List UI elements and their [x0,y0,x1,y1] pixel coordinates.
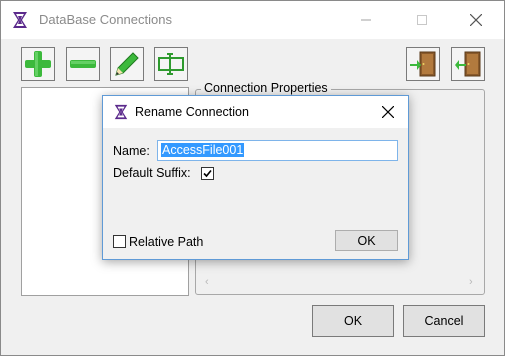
close-icon [382,106,394,118]
dialog-close-button[interactable] [375,100,401,124]
close-icon [470,14,482,26]
default-suffix-checkbox[interactable] [201,167,214,180]
properties-horizontal-scrollbar[interactable]: ‹ › [197,275,483,293]
minus-icon [70,60,96,68]
rename-field-icon [158,53,184,75]
scroll-left-icon[interactable]: ‹ [205,276,209,288]
cancel-button[interactable]: Cancel [403,305,485,337]
export-connection-button[interactable] [451,47,485,81]
dialog-ok-button[interactable]: OK [335,230,398,251]
name-label: Name: [113,144,150,158]
dialog-title: Rename Connection [135,105,249,119]
maximize-button[interactable] [399,1,445,39]
rename-connection-button[interactable] [154,47,188,81]
checkmark-icon [203,169,212,178]
door-enter-icon [410,51,436,77]
dialog-title-bar[interactable]: Rename Connection [103,96,408,128]
name-input-value: AccessFile001 [161,143,245,157]
close-button[interactable] [453,1,499,39]
app-logo-icon [13,12,27,28]
app-logo-icon [114,104,128,120]
rename-connection-dialog: Rename Connection Name: AccessFile001 De… [102,95,409,260]
add-connection-button[interactable] [21,47,55,81]
door-exit-icon [455,51,481,77]
remove-connection-button[interactable] [66,47,100,81]
maximize-icon [417,15,427,25]
import-connection-button[interactable] [406,47,440,81]
minimize-button[interactable] [343,1,389,39]
relative-path-label: Relative Path [129,235,204,249]
title-bar[interactable]: DataBase Connections [1,1,504,39]
plus-icon [25,51,51,77]
default-suffix-label: Default Suffix: [113,166,191,180]
relative-path-checkbox[interactable] [113,235,126,248]
ok-button[interactable]: OK [312,305,394,337]
database-connections-window: DataBase Connections Connection Properti… [0,0,505,356]
name-input[interactable]: AccessFile001 [157,140,398,161]
window-title: DataBase Connections [39,12,172,27]
edit-connection-button[interactable] [110,47,144,81]
connection-properties-label: Connection Properties [201,81,331,95]
minimize-icon [361,19,371,21]
scroll-right-icon[interactable]: › [469,276,473,288]
pencil-icon [115,52,139,76]
